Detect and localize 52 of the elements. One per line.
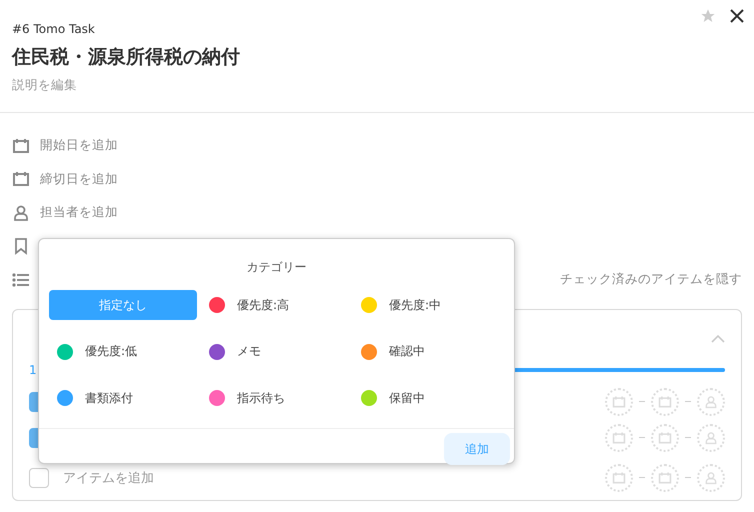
calendar-icon (658, 430, 672, 444)
field-link[interactable]: 開始日を追加 (40, 137, 118, 154)
calendar-icon (658, 470, 672, 484)
option-label: 確認中 (389, 343, 425, 360)
category-option[interactable]: 優先度:低 (49, 336, 197, 367)
start-date-button[interactable] (605, 424, 633, 452)
progress-text: 1 (29, 362, 37, 376)
calendar-icon (12, 170, 30, 188)
calendar-icon (612, 470, 626, 484)
popup-title: カテゴリー (246, 259, 308, 276)
assignee-button[interactable] (697, 388, 725, 416)
option-label: 書類添付 (85, 390, 133, 407)
field-link[interactable]: 担当者を追加 (40, 204, 118, 222)
list-icon (12, 272, 30, 288)
category-option[interactable]: 確認中 (353, 336, 501, 367)
bookmark-icon (12, 237, 30, 256)
assignee-button[interactable] (697, 464, 725, 492)
star-icon[interactable] (700, 8, 716, 24)
calendar-icon (612, 394, 626, 408)
option-label: 優先度:低 (85, 343, 138, 360)
checkbox[interactable] (29, 468, 49, 488)
chevron-icon[interactable] (711, 334, 725, 342)
due-date-button[interactable] (651, 388, 679, 416)
person-icon (12, 204, 30, 222)
task-title: 住民税・源泉所得税の納付 (12, 45, 241, 70)
close-icon[interactable] (730, 9, 744, 23)
category-option[interactable]: 優先度:中 (353, 290, 501, 320)
option-label: 指定なし (99, 296, 147, 314)
start-date-button[interactable] (605, 464, 633, 492)
calendar-icon (658, 394, 672, 408)
category-option[interactable]: 書類添付 (49, 383, 197, 414)
option-label: 優先度:中 (389, 296, 442, 314)
option-label: 優先度:高 (237, 296, 290, 314)
start-date-button[interactable] (605, 388, 633, 416)
due-date-button[interactable] (651, 464, 679, 492)
person-icon (704, 394, 718, 408)
person-icon (704, 430, 718, 444)
category-option[interactable]: 指示待ち (201, 383, 349, 414)
hide-checked-link[interactable]: チェック済みのアイテムを隠す (560, 271, 742, 288)
assignee-button[interactable] (697, 424, 725, 452)
calendar-icon (612, 430, 626, 444)
category-option[interactable]: 優先度:高 (201, 290, 349, 320)
due-date-button[interactable] (651, 424, 679, 452)
category-option[interactable]: 保留中 (353, 383, 501, 414)
project-label: #6 Tomo Task (12, 22, 96, 36)
field-link[interactable]: 締切日を追加 (40, 170, 118, 188)
option-label: 指示待ち (237, 390, 285, 407)
category-option[interactable]: メモ (201, 336, 349, 367)
option-label: 保留中 (389, 390, 425, 407)
calendar-icon (12, 136, 30, 155)
person-icon (704, 470, 718, 484)
option-label: メモ (237, 343, 261, 360)
